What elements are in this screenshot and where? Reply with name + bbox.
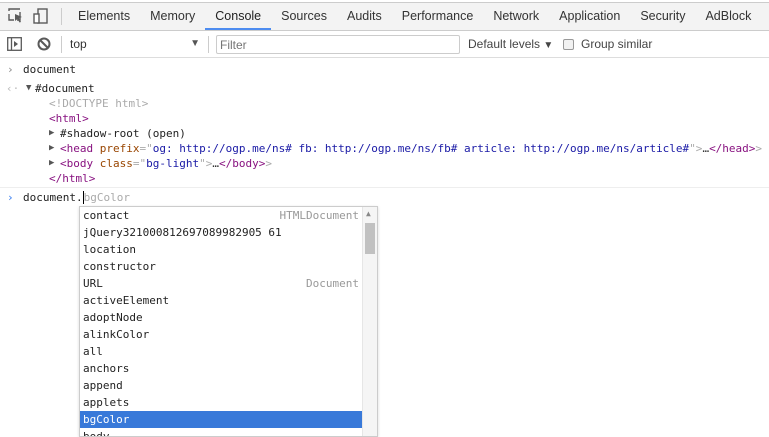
autocomplete-item-label: alinkColor [83,328,150,341]
autocomplete-item-label: jQuery321000812697089982905 61 [83,226,282,239]
autocomplete-item-label: activeElement [83,294,170,307]
tab-performance[interactable]: Performance [392,3,484,30]
autocomplete-item-type: Document [306,277,359,290]
doctype-node: <!DOCTYPE html> [49,97,149,110]
prompt-text: document. [23,191,83,204]
input-chevron-icon: › [7,63,14,76]
autocomplete-item[interactable]: alinkColor [80,326,363,343]
head-attr-value: og: http://ogp.me/ns# fb: http://ogp.me/… [152,142,690,155]
expand-triangle-icon[interactable]: ▶ [49,156,54,171]
autocomplete-item[interactable]: bgColor [80,411,363,428]
tab-network[interactable]: Network [483,3,549,30]
autocomplete-item[interactable]: adoptNode [80,309,363,326]
autocomplete-item[interactable]: all [80,343,363,360]
tab-audits[interactable]: Audits [337,3,392,30]
autocomplete-item-label: body [83,430,110,437]
tab-sources[interactable]: Sources [271,3,337,30]
clear-console-icon[interactable] [37,37,51,54]
tab-adblock[interactable]: AdBlock [695,3,761,30]
context-select[interactable]: top ▼ [70,31,205,57]
scrollbar-thumb[interactable] [365,223,375,254]
autocomplete-item[interactable]: applets [80,394,363,411]
autocomplete-item[interactable]: jQuery321000812697089982905 61 [80,224,363,241]
prompt-chevron-icon: › [7,191,14,204]
console-prompt-input[interactable]: document.bgColor [23,190,130,205]
autocomplete-item-label: append [83,379,123,392]
prompt-suggestion: bgColor [83,191,130,204]
expand-triangle-icon[interactable]: ▼ [26,81,31,96]
sidebar-toggle-icon[interactable] [7,37,22,54]
autocomplete-item-label: all [83,345,103,358]
autocomplete-item-label: location [83,243,136,256]
tab-application[interactable]: Application [549,3,630,30]
tab-elements[interactable]: Elements [68,3,140,30]
body-close-tag: </body> [218,157,266,170]
autocomplete-item-type: HTMLDocument [279,209,359,222]
dropdown-arrow-icon: ▼ [543,40,554,51]
shadow-root-node[interactable]: #shadow-root (open) [60,126,186,141]
autocomplete-item[interactable]: activeElement [80,292,363,309]
checkbox-box[interactable] [563,38,574,50]
html-open-tag[interactable]: <html> [49,111,89,126]
filter-input[interactable] [216,35,460,54]
expand-triangle-icon[interactable]: ▶ [49,141,54,156]
autocomplete-item-label: applets [83,396,130,409]
inspect-element-icon[interactable] [8,8,24,24]
body-attr-value: bg-light [146,157,200,170]
autocomplete-item[interactable]: constructor [80,258,363,275]
console-toolbar: top ▼ Default levels ▼ Group similar [0,31,769,58]
result-arrow-icon: ‹· [6,82,20,95]
body-tag: <body [60,157,94,170]
autocomplete-item[interactable]: contact HTMLDocument [80,207,363,224]
autocomplete-item[interactable]: location [80,241,363,258]
head-attr-name: prefix [99,142,140,155]
context-value: top [70,37,87,51]
head-tag: <head [60,142,94,155]
console-input-line: document [23,63,76,76]
dropdown-arrow-icon: ▼ [190,38,200,49]
scroll-up-arrow-icon[interactable]: ▲ [366,209,371,218]
autocomplete-item[interactable]: anchors [80,360,363,377]
autocomplete-scrollbar[interactable]: ▲ [362,207,377,436]
body-node[interactable]: <body class="bg-light">…</body>> [60,156,272,171]
device-toolbar-icon[interactable] [33,8,49,24]
log-levels-label: Default levels [468,37,541,51]
autocomplete-item-label: anchors [83,362,130,375]
autocomplete-item[interactable]: URL Document [80,275,363,292]
head-close-tag: </head> [709,142,756,155]
autocomplete-item-label: constructor [83,260,156,273]
devtools-tabbar: Elements Memory Console Sources Audits Perfor… [0,3,769,31]
autocomplete-item-label: bgColor [83,413,130,426]
autocomplete-item-label: adoptNode [83,311,143,324]
expand-triangle-icon[interactable]: ▶ [49,126,54,141]
autocomplete-item-label: URL [83,277,103,290]
autocomplete-item-label: contact [83,209,130,222]
tab-security[interactable]: Security [630,3,695,30]
body-attr-name: class [99,157,133,170]
tab-memory[interactable]: Memory [140,3,205,30]
document-node[interactable]: #document [35,81,95,96]
autocomplete-dropdown: contact HTMLDocument jQuery321000812697089… [79,206,378,437]
log-levels-dropdown[interactable]: Default levels ▼ [468,31,553,57]
group-similar-checkbox[interactable]: Group similar [563,31,652,57]
head-node[interactable]: <head prefix="og: http://ogp.me/ns# fb: … [60,141,762,156]
tab-console[interactable]: Console [205,3,272,30]
group-similar-label: Group similar [581,37,653,51]
html-close-tag: </html> [49,172,96,185]
autocomplete-item[interactable]: body [80,428,363,437]
autocomplete-item[interactable]: append [80,377,363,394]
